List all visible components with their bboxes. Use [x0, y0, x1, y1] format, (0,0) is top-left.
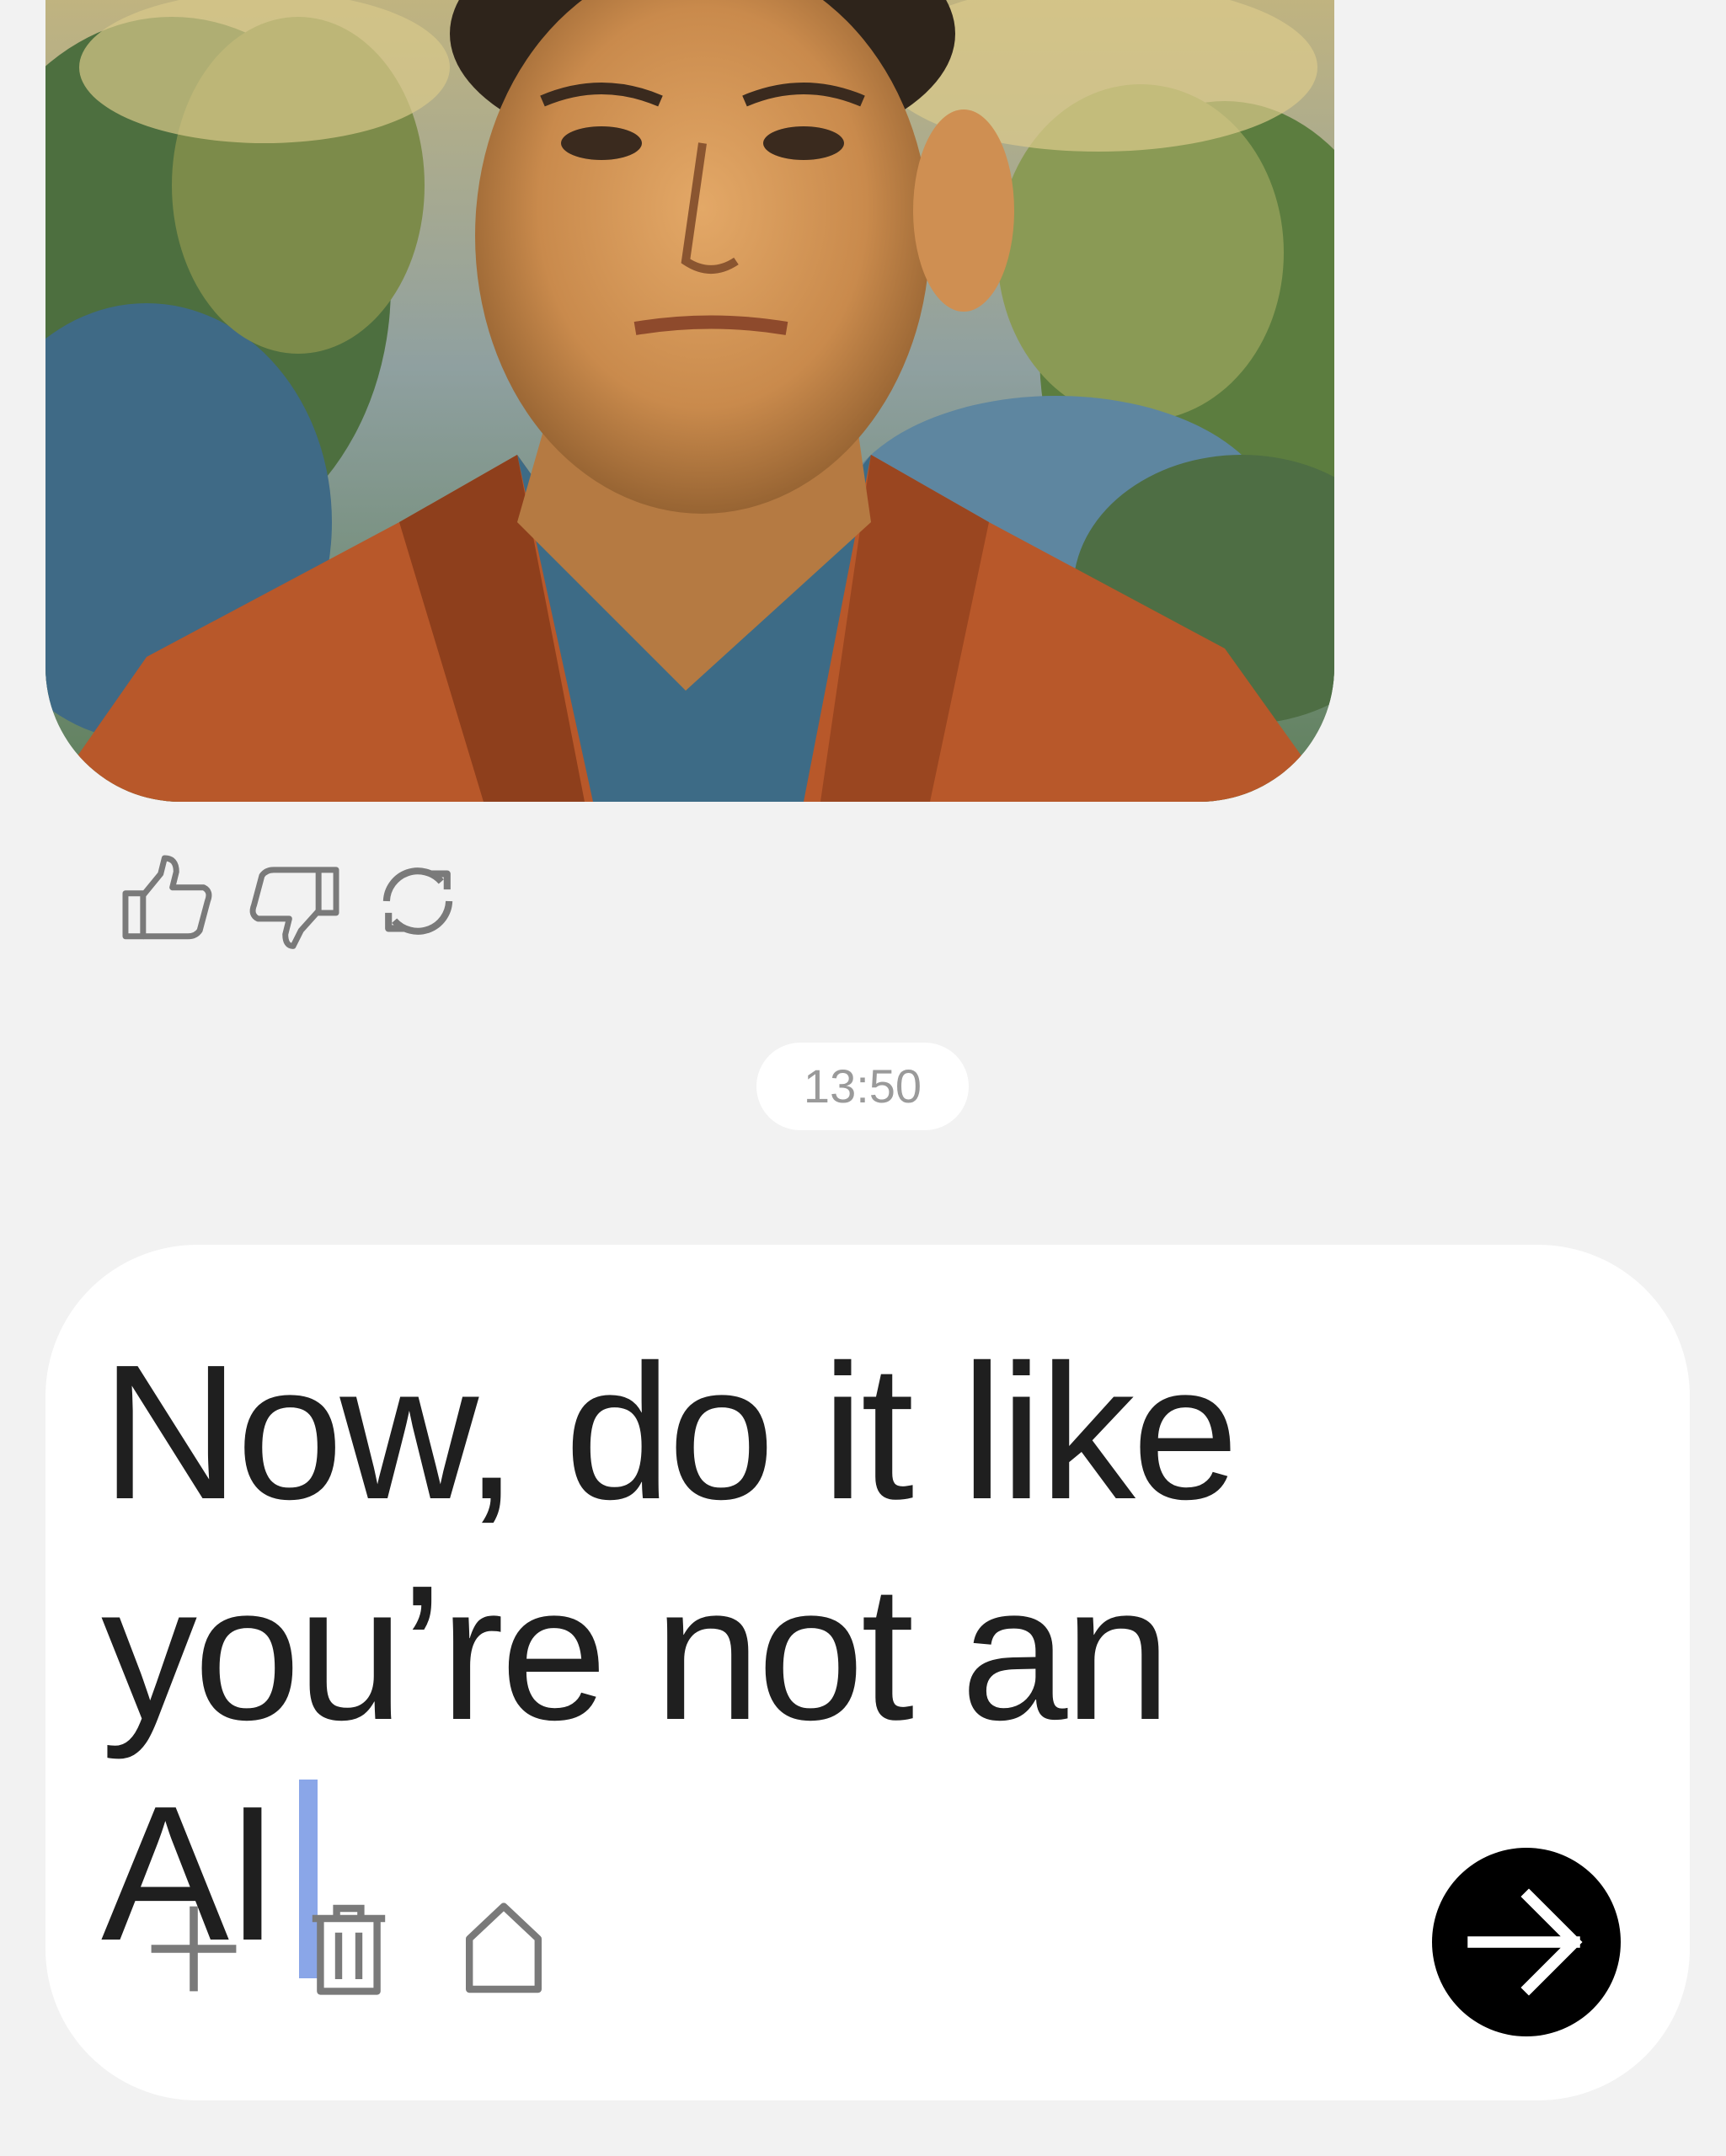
home-icon	[466, 1903, 542, 1993]
dislike-button[interactable]	[243, 851, 344, 952]
regenerate-icon	[382, 867, 453, 935]
thumbs-down-icon	[249, 867, 339, 949]
message-feedback-row	[118, 842, 468, 960]
arrow-right-icon	[1467, 1888, 1583, 1996]
message-timestamp: 13:50	[756, 1043, 969, 1130]
trash-icon	[312, 1904, 386, 1995]
thumbs-up-icon	[122, 855, 212, 940]
add-button[interactable]	[138, 1893, 249, 2004]
send-button[interactable]	[1432, 1848, 1621, 2036]
portrait-painting	[45, 0, 1334, 802]
plus-icon	[151, 1906, 237, 1992]
regenerate-button[interactable]	[367, 851, 468, 952]
painted-portrait-image[interactable]	[45, 0, 1334, 802]
composer-toolbar	[138, 1893, 559, 2004]
chat-screen: 13:50 Now, do it like you’re not an AI	[0, 0, 1726, 2156]
message-composer[interactable]: Now, do it like you’re not an AI	[45, 1245, 1690, 2100]
home-button[interactable]	[448, 1893, 559, 2004]
composer-input[interactable]: Now, do it like you’re not an AI	[101, 1322, 1365, 1984]
composer-input-text: Now, do it like you’re not an AI	[101, 1326, 1239, 1981]
like-button[interactable]	[118, 851, 219, 952]
delete-button[interactable]	[293, 1893, 404, 2004]
